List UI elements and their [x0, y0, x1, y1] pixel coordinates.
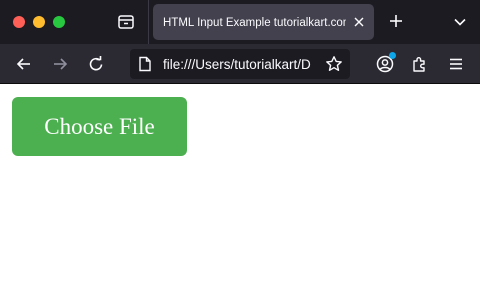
choose-file-button[interactable]: Choose File	[12, 97, 187, 156]
page-content: Choose File	[0, 84, 480, 286]
new-tab-icon[interactable]	[388, 13, 404, 29]
navigation-toolbar: file:///Users/tutorialkart/D	[0, 44, 480, 84]
tab-separator	[148, 0, 149, 44]
browser-titlebar: HTML Input Example tutorialkart.com	[0, 0, 480, 44]
hamburger-menu-icon[interactable]	[447, 55, 465, 73]
bookmark-star-icon[interactable]	[325, 55, 343, 73]
forward-arrow-icon[interactable]	[51, 55, 69, 73]
zoom-window-icon[interactable]	[53, 16, 65, 28]
notification-dot	[389, 52, 396, 59]
list-all-tabs-icon[interactable]	[452, 14, 468, 30]
close-tab-icon[interactable]	[352, 15, 366, 29]
reload-icon[interactable]	[87, 55, 105, 73]
tab-active[interactable]: HTML Input Example tutorialkart.com	[153, 4, 374, 40]
back-arrow-icon[interactable]	[15, 55, 33, 73]
page-icon	[138, 56, 152, 72]
extensions-icon[interactable]	[411, 55, 429, 73]
minimize-window-icon[interactable]	[33, 16, 45, 28]
tab-title: HTML Input Example tutorialkart.com	[163, 17, 346, 29]
address-bar[interactable]: file:///Users/tutorialkart/D	[130, 49, 350, 79]
close-window-icon[interactable]	[13, 16, 25, 28]
tab-overview-icon[interactable]	[117, 13, 135, 31]
url-text[interactable]: file:///Users/tutorialkart/D	[163, 56, 339, 74]
